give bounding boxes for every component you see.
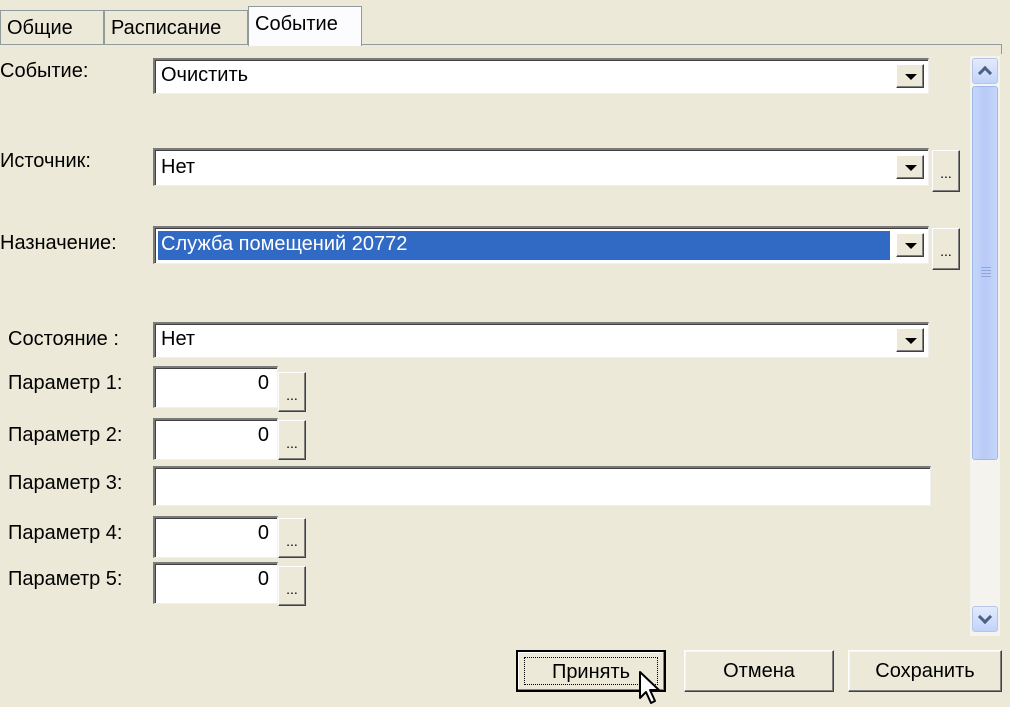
state-label: Состояние : <box>8 328 119 350</box>
scrollbar-thumb[interactable] <box>972 86 998 460</box>
param1-label: Параметр 1: <box>8 372 123 394</box>
scroll-down-button[interactable] <box>972 606 998 632</box>
chevron-down-icon <box>905 74 917 80</box>
source-label: Источник: <box>0 150 91 172</box>
source-combobox[interactable]: Нет <box>153 148 929 186</box>
param4-input[interactable]: 0 <box>153 516 278 558</box>
param5-label: Параметр 5: <box>8 568 123 590</box>
event-dropdown-button[interactable] <box>896 64 924 88</box>
param5-input[interactable]: 0 <box>153 562 278 604</box>
source-browse-button[interactable]: ... <box>932 150 960 192</box>
grip-line <box>981 273 991 274</box>
destination-dropdown-button[interactable] <box>896 233 924 257</box>
param2-label: Параметр 2: <box>8 424 123 446</box>
state-value: Нет <box>161 328 196 350</box>
param3-input[interactable] <box>153 466 931 506</box>
param5-browse-button[interactable]: ... <box>278 566 306 606</box>
destination-combobox[interactable]: Служба помещений 20772 <box>153 226 929 264</box>
destination-label: Назначение: <box>0 232 117 254</box>
chevron-up-icon <box>977 65 993 81</box>
param2-input[interactable]: 0 <box>153 418 278 460</box>
grip-line <box>981 276 991 277</box>
destination-browse-button[interactable]: ... <box>932 228 960 270</box>
tab-general[interactable]: Общие <box>0 10 104 44</box>
tab-divider <box>0 44 1002 45</box>
cancel-button-label: Отмена <box>723 660 795 682</box>
cancel-button[interactable]: Отмена <box>684 650 834 692</box>
source-value: Нет <box>161 156 196 178</box>
chevron-down-icon <box>905 243 917 249</box>
param4-browse-button[interactable]: ... <box>278 518 306 558</box>
param1-browse-button[interactable]: ... <box>278 372 306 412</box>
save-button[interactable]: Сохранить <box>848 650 1002 692</box>
chevron-down-icon <box>905 338 917 344</box>
tab-event-label: Событие <box>255 13 338 35</box>
tab-event[interactable]: Событие <box>248 6 362 46</box>
tab-schedule-label: Расписание <box>111 17 222 39</box>
param2-browse-button[interactable]: ... <box>278 420 306 460</box>
chevron-down-icon <box>905 165 917 171</box>
grip-line <box>981 267 991 268</box>
param4-label: Параметр 4: <box>8 522 123 544</box>
grip-line <box>981 270 991 271</box>
save-button-label: Сохранить <box>875 660 975 682</box>
source-dropdown-button[interactable] <box>896 155 924 179</box>
state-combobox[interactable]: Нет <box>153 322 929 358</box>
scroll-up-button[interactable] <box>972 58 998 84</box>
tab-divider-edge <box>1001 44 1002 54</box>
event-label: Событие: <box>0 60 89 82</box>
tab-general-label: Общие <box>7 17 73 39</box>
mouse-cursor-icon <box>639 671 660 704</box>
destination-value: Служба помещений 20772 <box>158 231 890 260</box>
event-combobox[interactable]: Очистить <box>153 58 929 94</box>
chevron-down-icon <box>977 609 993 625</box>
state-dropdown-button[interactable] <box>896 328 924 352</box>
param3-label: Параметр 3: <box>8 472 123 494</box>
event-value: Очистить <box>161 64 249 86</box>
param1-input[interactable]: 0 <box>153 366 278 408</box>
tab-schedule[interactable]: Расписание <box>104 10 248 44</box>
